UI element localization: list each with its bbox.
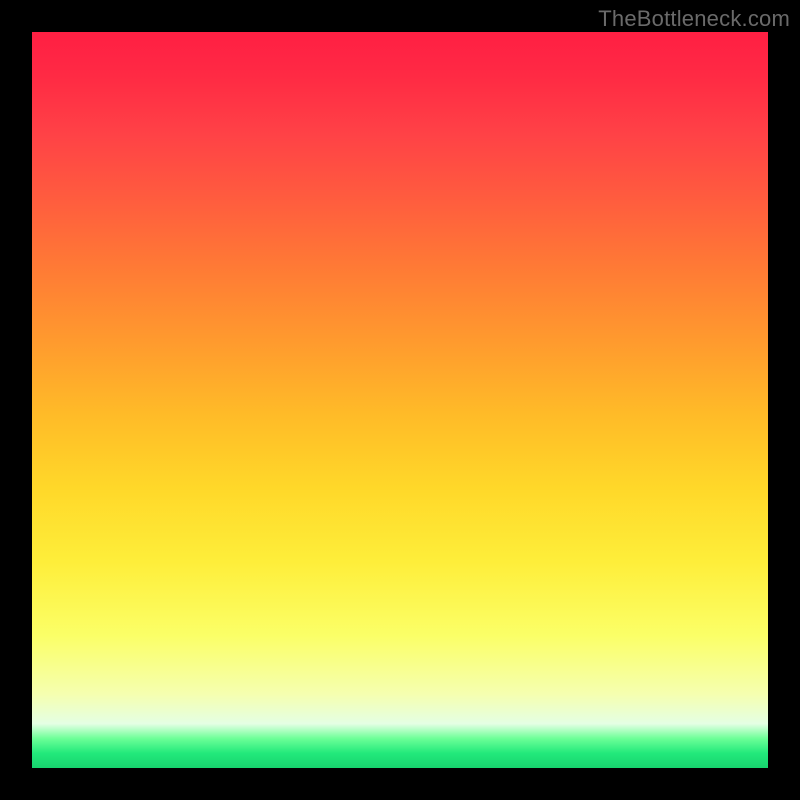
watermark-text: TheBottleneck.com <box>598 6 790 32</box>
chart-frame: TheBottleneck.com <box>0 0 800 800</box>
background-gradient <box>32 32 768 768</box>
plot-area <box>32 32 768 768</box>
